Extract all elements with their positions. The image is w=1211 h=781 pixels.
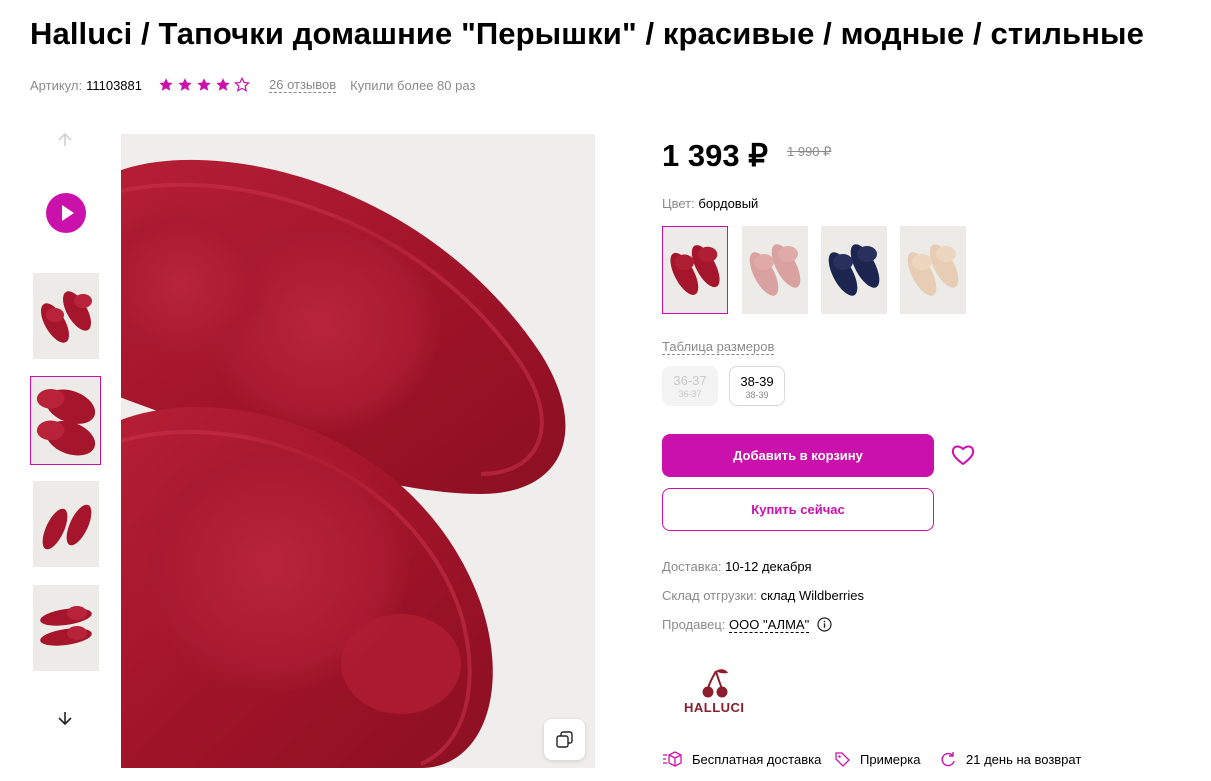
thumbnail-4[interactable] — [33, 585, 99, 671]
warehouse-row: Склад отгрузки: склад Wildberries — [662, 588, 864, 603]
size-main: 36-37 — [673, 373, 707, 388]
color-swatch-2[interactable] — [742, 226, 808, 314]
thumbnail-3[interactable] — [33, 481, 99, 567]
star-empty-icon — [234, 77, 250, 92]
color-swatch-3[interactable] — [821, 226, 887, 314]
buy-now-button[interactable]: Купить сейчас — [662, 488, 934, 531]
box-icon — [663, 751, 682, 767]
feature-label: Примерка — [860, 751, 921, 767]
tag-icon — [835, 752, 850, 767]
slippers-image — [31, 377, 100, 464]
color-label-text: Цвет: — [662, 196, 695, 211]
delivery-label: Доставка: — [662, 559, 722, 574]
arrow-down-icon[interactable] — [56, 709, 74, 727]
product-meta: Артикул: 11103881 26 отзывов Купили боле… — [30, 76, 475, 94]
return-icon — [941, 752, 955, 767]
add-to-cart-button[interactable]: Добавить в корзину — [662, 434, 934, 477]
main-product-image[interactable] — [121, 134, 595, 768]
slippers-image — [900, 226, 966, 314]
thumbnail-1[interactable] — [33, 273, 99, 359]
warehouse-label: Склад отгрузки: — [662, 588, 757, 603]
info-icon[interactable] — [817, 617, 832, 632]
color-swatch-4[interactable] — [900, 226, 966, 314]
size-option-36-37[interactable]: 36-37 36-37 — [662, 366, 718, 406]
size-table-link[interactable]: Таблица размеров — [662, 339, 775, 355]
star-filled-icon — [216, 78, 230, 91]
brand-name: HALLUCI — [684, 700, 745, 715]
heart-icon[interactable] — [951, 444, 975, 466]
article-label: Артикул: — [30, 77, 83, 93]
color-value: бордовый — [698, 196, 759, 211]
reviews-link[interactable]: 26 отзывов — [269, 77, 337, 93]
slippers-image — [821, 226, 887, 314]
feature-fitting: Примерка — [834, 750, 920, 768]
thumbnail-2[interactable] — [30, 376, 101, 465]
star-filled-icon — [159, 78, 173, 91]
rating-stars — [158, 77, 253, 93]
copy-image-button[interactable] — [544, 719, 585, 760]
star-filled-icon — [178, 78, 192, 91]
slippers-image — [33, 585, 99, 671]
color-label: Цвет: бордовый — [662, 196, 758, 211]
copy-icon — [556, 731, 573, 748]
seller-link[interactable]: ООО "АЛМА" — [729, 617, 810, 633]
old-price: 1 990 ₽ — [787, 144, 832, 159]
purchases-count: Купили более 80 раз — [350, 77, 476, 93]
size-main: 38-39 — [740, 374, 774, 389]
size-option-38-39[interactable]: 38-39 38-39 — [729, 366, 785, 406]
seller-row: Продавец: ООО "АЛМА" — [662, 617, 832, 633]
slippers-image — [742, 226, 808, 314]
slippers-image — [33, 273, 99, 359]
arrow-up-icon[interactable] — [56, 131, 74, 149]
size-sub: 36-37 — [678, 389, 702, 399]
delivery-value: 10-12 декабря — [725, 559, 812, 574]
feature-label: 21 день на возврат — [966, 751, 1082, 767]
slippers-image — [33, 481, 99, 567]
seller-label: Продавец: — [662, 617, 726, 632]
play-video-icon[interactable] — [46, 193, 86, 233]
product-title: Halluci / Тапочки домашние "Перышки" / к… — [30, 16, 1144, 51]
star-filled-icon — [197, 78, 211, 91]
slippers-image — [663, 227, 727, 313]
feature-label: Бесплатная доставка — [692, 751, 822, 767]
size-sub: 38-39 — [745, 390, 769, 400]
color-swatch-1[interactable] — [662, 226, 728, 314]
feature-free-delivery: Бесплатная доставка — [662, 750, 821, 768]
feature-return: 21 день на возврат — [940, 750, 1081, 768]
article-value[interactable]: 11103881 — [86, 78, 142, 93]
warehouse-value: склад Wildberries — [760, 588, 864, 603]
current-price: 1 393 ₽ — [662, 138, 768, 173]
delivery-row: Доставка: 10-12 декабря — [662, 559, 812, 574]
slippers-photo — [121, 134, 595, 768]
